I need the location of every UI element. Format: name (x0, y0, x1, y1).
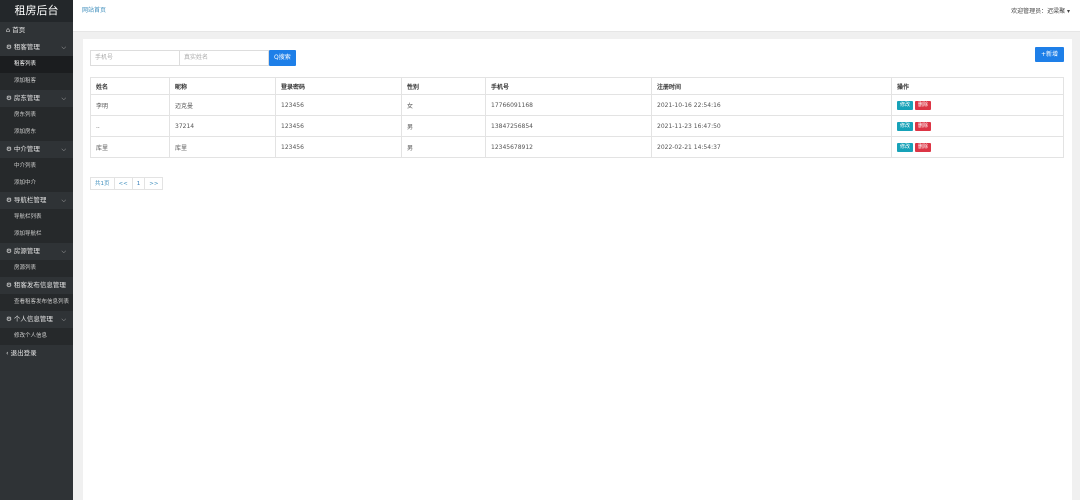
chevron-down-icon: ⌵ (61, 316, 66, 323)
phone-search-input[interactable]: 手机号 (90, 50, 180, 66)
prev-page-button[interactable]: << (114, 177, 133, 190)
table-row: 李明 迈克曼 123456 女 17766091168 2021-10-16 22:54:… (90, 94, 1064, 116)
table-cell: 2021-11-23 16:47:50 (651, 115, 892, 137)
table-header-row: 姓名 昵称 登录密码 性别 手机号 注册时间 操作 (90, 77, 1064, 95)
sidebar-item-12[interactable]: 添加导航栏 (0, 226, 73, 243)
sidebar-menu-label: ⚙ 房源管理 (6, 247, 40, 255)
table-cell: 13847256854 (485, 115, 652, 137)
table-cell: 123456 (275, 94, 402, 116)
column-header: 性别 (401, 77, 486, 95)
table-cell: 女 (401, 94, 486, 116)
site-home-link[interactable]: 网站首页 (82, 5, 106, 14)
chevron-down-icon: ⌵ (61, 95, 66, 102)
sidebar-menu-0[interactable]: ⌂ 首页 (0, 22, 73, 39)
user-menu[interactable]: 欢迎管理员：迟梁聚 ▾ (1011, 6, 1070, 15)
actions-cell: 修改 删除 (891, 115, 1064, 137)
sidebar-menu-label: ⚙ 房东管理 (6, 94, 40, 102)
chevron-down-icon: ⌵ (61, 197, 66, 204)
sidebar-nav: ⌂ 首页 ⚙ 租客管理 ⌵ 租客列表 添加租客 ⚙ 房东管理 ⌵ 房东列表 添加房东 ⚙ 中介管理… (0, 22, 73, 362)
actions-cell: 修改 删除 (891, 94, 1064, 116)
sidebar-item-5[interactable]: 房东列表 (0, 107, 73, 124)
delete-button[interactable]: 删除 (915, 100, 932, 110)
table-cell: 男 (401, 136, 486, 158)
sidebar-menu-label: ⌂ 首页 (6, 26, 26, 34)
sidebar-menu-13[interactable]: ⚙ 房源管理 ⌵ (0, 243, 73, 260)
main-panel: 手机号 真实姓名 Q搜索 +新增 姓名 昵称 登录密码 性别 手机号 注册时间 操作 李明迈… (83, 39, 1072, 500)
table-row: 库里 库里 123456 男 12345678912 2022-02-21 14:54:3… (90, 136, 1064, 158)
search-bar: 手机号 真实姓名 Q搜索 (90, 50, 296, 66)
table-cell: 123456 (275, 136, 402, 158)
table-cell: 123456 (275, 115, 402, 137)
column-header: 手机号 (485, 77, 652, 95)
pagination: 共1页 << 1 >> (90, 177, 164, 190)
chevron-down-icon: ⌵ (61, 146, 66, 153)
topbar: 网站首页 欢迎管理员：迟梁聚 ▾ (73, 0, 1080, 32)
sidebar-menu-1[interactable]: ⚙ 租客管理 ⌵ (0, 39, 73, 56)
column-header: 注册时间 (651, 77, 892, 95)
sidebar-item-6[interactable]: 添加房东 (0, 124, 73, 141)
table-cell: .. (90, 115, 170, 137)
tenant-table: 姓名 昵称 登录密码 性别 手机号 注册时间 操作 李明 迈克曼 123456 女 17766091… (90, 77, 1064, 158)
sidebar-menu-7[interactable]: ⚙ 中介管理 ⌵ (0, 141, 73, 158)
sidebar-item-18[interactable]: 修改个人信息 (0, 328, 73, 345)
table-cell: 17766091168 (485, 94, 652, 116)
table-cell: 37214 (169, 115, 276, 137)
sidebar-menu-label: ⚙ 租客发布信息管理 (6, 281, 66, 289)
sidebar-item-3[interactable]: 添加租客 (0, 73, 73, 90)
sidebar-item-16[interactable]: 查看租客发布信息列表 (0, 294, 73, 311)
table-cell: 李明 (90, 94, 170, 116)
delete-button[interactable]: 删除 (915, 121, 932, 131)
sidebar-item-2[interactable]: 租客列表 (0, 56, 73, 73)
current-page[interactable]: 1 (132, 177, 146, 190)
edit-button[interactable]: 修改 (897, 142, 914, 152)
chevron-down-icon: ⌵ (61, 248, 66, 255)
sidebar-menu-label: ⚙ 租客管理 (6, 43, 40, 51)
actions-cell: 修改 删除 (891, 136, 1064, 158)
sidebar-item-9[interactable]: 添加中介 (0, 175, 73, 192)
table-cell: 迈克曼 (169, 94, 276, 116)
brand-title: 租房后台 (0, 0, 73, 22)
column-header: 姓名 (90, 77, 170, 95)
add-button[interactable]: +新增 (1035, 47, 1064, 62)
sidebar-menu-label: ⚙ 导航栏管理 (6, 196, 47, 204)
table-cell: 2022-02-21 14:54:37 (651, 136, 892, 158)
column-header: 登录密码 (275, 77, 402, 95)
edit-button[interactable]: 修改 (897, 121, 914, 131)
chevron-down-icon: ⌵ (61, 282, 66, 289)
sidebar-menu-17[interactable]: ⚙ 个人信息管理 ⌵ (0, 311, 73, 328)
table-cell: 2021-10-16 22:54:16 (651, 94, 892, 116)
sidebar-menu-4[interactable]: ⚙ 房东管理 ⌵ (0, 90, 73, 107)
next-page-button[interactable]: >> (145, 177, 164, 190)
sidebar: 租房后台 ⌂ 首页 ⚙ 租客管理 ⌵ 租客列表 添加租客 ⚙ 房东管理 ⌵ 房东列表 添加房东 ⚙… (0, 0, 73, 500)
table-cell: 男 (401, 115, 486, 137)
column-header: 操作 (891, 77, 1064, 95)
delete-button[interactable]: 删除 (915, 142, 932, 152)
table-row: .. 37214 123456 男 13847256854 2021-11-23 16:4… (90, 115, 1064, 137)
table-cell: 库里 (169, 136, 276, 158)
sidebar-item-11[interactable]: 导航栏列表 (0, 209, 73, 226)
sidebar-menu-19[interactable]: ‹ 退出登录 (0, 345, 73, 362)
sidebar-item-14[interactable]: 房源列表 (0, 260, 73, 277)
sidebar-menu-label: ⚙ 个人信息管理 (6, 315, 53, 323)
chevron-down-icon: ⌵ (61, 44, 66, 51)
page-total: 共1页 (90, 177, 115, 190)
sidebar-item-8[interactable]: 中介列表 (0, 158, 73, 175)
sidebar-menu-label: ‹ 退出登录 (6, 349, 37, 357)
name-search-input[interactable]: 真实姓名 (180, 50, 269, 66)
sidebar-menu-15[interactable]: ⚙ 租客发布信息管理 ⌵ (0, 277, 73, 294)
search-button[interactable]: Q搜索 (269, 50, 296, 66)
edit-button[interactable]: 修改 (897, 100, 914, 110)
table-cell: 库里 (90, 136, 170, 158)
column-header: 昵称 (169, 77, 276, 95)
table-cell: 12345678912 (485, 136, 652, 158)
sidebar-menu-10[interactable]: ⚙ 导航栏管理 ⌵ (0, 192, 73, 209)
sidebar-menu-label: ⚙ 中介管理 (6, 145, 40, 153)
